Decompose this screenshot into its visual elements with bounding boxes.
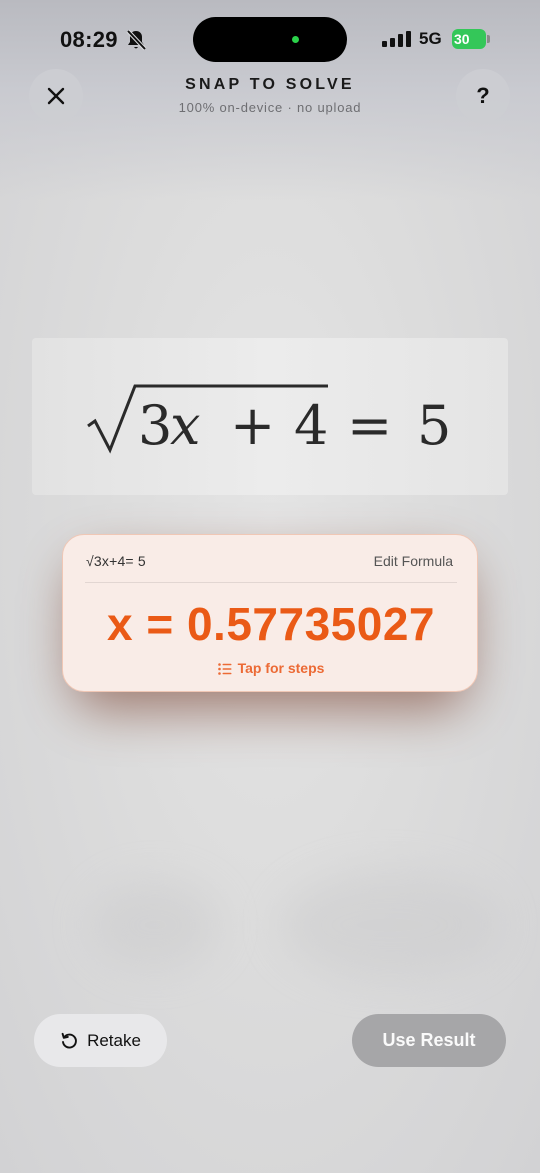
retake-icon (61, 1032, 77, 1048)
help-button[interactable]: ? (456, 69, 510, 123)
dynamic-island (193, 17, 347, 62)
battery-cap (487, 35, 490, 43)
use-result-button[interactable]: Use Result (352, 1014, 506, 1067)
formula-constant: 4 (294, 394, 328, 457)
answer-value: x = 0.57735027 (106, 598, 436, 650)
edit-formula-button[interactable]: Edit Formula (374, 553, 453, 569)
signal-icon (382, 31, 411, 47)
result-card[interactable]: √3x+4= 5 Edit Formula x = 0.57735027 Tap… (62, 534, 478, 692)
retake-button[interactable]: Retake (34, 1014, 167, 1067)
formula-render: 3 x + 4 = 5 (87, 384, 451, 457)
card-divider (85, 582, 457, 583)
status-bar: 08:29 5G 30 (0, 0, 540, 80)
background-blur (90, 880, 220, 970)
steps-label: Tap for steps (237, 660, 325, 676)
formula-plus: + (230, 394, 275, 457)
formula-rhs: 5 (417, 394, 451, 457)
status-time: 08:29 (60, 27, 118, 52)
formula-variable: x (170, 394, 200, 457)
captured-formula-image: 3 x + 4 = 5 (32, 338, 508, 495)
battery-level: 30 (454, 31, 470, 47)
battery-icon: 30 (452, 29, 490, 49)
tap-for-steps-link[interactable]: Tap for steps (63, 660, 479, 676)
camera-indicator-dot (292, 36, 299, 43)
retake-label: Retake (87, 1030, 141, 1050)
help-label: ? (476, 83, 490, 108)
background-blur (280, 870, 500, 980)
network-type: 5G (419, 29, 442, 48)
recognized-formula: √3x+4= 5 (86, 553, 146, 569)
radical-sign (87, 384, 328, 454)
bell-slash-icon (126, 29, 146, 51)
list-icon (217, 663, 232, 675)
formula-equals: = (347, 394, 392, 457)
formula-radicand-number: 3 (138, 394, 172, 457)
